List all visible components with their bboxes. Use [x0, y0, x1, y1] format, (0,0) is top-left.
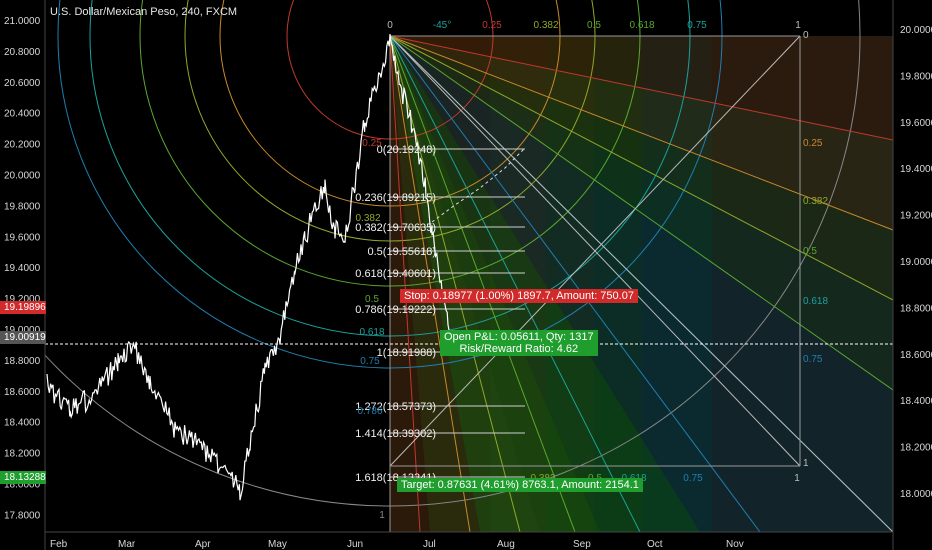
month-tick: Apr [195, 539, 211, 550]
left-axis-tick: 21.0000 [4, 16, 41, 27]
gann-top-label: 0.75 [687, 20, 707, 31]
arc-label: 0.382 [355, 213, 380, 224]
open-pl-box[interactable]: Open P&L: 0.05611, Qty: 1317 Risk/Reward… [440, 330, 598, 356]
right-axis-tick: 19.6000 [900, 118, 932, 129]
arc-label: 1 [379, 510, 385, 521]
gann-top-label: 0.382 [533, 20, 558, 31]
right-axis-tick: 18.0000 [900, 489, 932, 500]
chart-title: U.S. Dollar/Mexican Peso, 240, FXCM [50, 6, 238, 18]
gann-right-label: 0.75 [803, 354, 823, 365]
left-axis-tick: 18.8000 [4, 356, 41, 367]
right-axis-tick: 19.8000 [900, 71, 932, 82]
month-tick: Feb [50, 539, 68, 550]
stop-label[interactable]: Stop: 0.18977 (1.00%) 1897.7, Amount: 75… [400, 289, 638, 303]
left-axis-tick: 19.8000 [4, 201, 41, 212]
gann-top-label: 0 [387, 20, 393, 31]
fib-level-label: 0.5(19.55618) [368, 246, 437, 258]
arc-label: 0.25 [362, 138, 382, 149]
fib-level-label: 0.618(19.40601) [355, 268, 436, 280]
arc-label: 0.75 [360, 356, 380, 367]
gann-right-label: 0 [803, 30, 809, 41]
month-tick: Oct [647, 539, 663, 550]
right-axis-tick: 19.4000 [900, 164, 932, 175]
arc-label: 0.618 [359, 327, 384, 338]
left-axis-tick: 20.6000 [4, 78, 41, 89]
right-price-axis[interactable]: 20.0000 19.8000 19.6000 19.4000 19.2000 19.00… [900, 25, 932, 500]
gann-right-label: 0.5 [803, 246, 817, 257]
price-chart[interactable]: 21.0000 20.8000 20.6000 20.4000 20.2000 20.00… [0, 0, 932, 550]
gann-top-label: 1 [795, 20, 801, 31]
fib-level-label: 1(18.91988) [377, 347, 436, 359]
arc-label: 0.5 [365, 294, 379, 305]
left-price-axis[interactable]: 21.0000 20.8000 20.6000 20.4000 20.2000 20.00… [4, 16, 41, 521]
month-tick: Aug [497, 539, 515, 550]
right-axis-tick: 18.6000 [900, 350, 932, 361]
right-axis-tick: 18.2000 [900, 443, 932, 454]
right-axis-tick: 19.2000 [900, 211, 932, 222]
month-tick: Nov [726, 539, 744, 550]
stop-price-badge: 19.19896 [0, 301, 46, 314]
gann-right-label: 1 [803, 458, 809, 469]
target-price-badge: 18.13288 [0, 471, 46, 484]
open-pl-label: Open P&L: 0.05611, Qty: 1317 [444, 331, 594, 343]
right-axis-tick: 20.0000 [900, 25, 932, 36]
gann-right-label: 0.618 [803, 296, 828, 307]
left-axis-tick: 18.2000 [4, 449, 41, 460]
target-label[interactable]: Target: 0.87631 (4.61%) 8763.1, Amount: … [397, 478, 643, 492]
time-axis[interactable]: Feb Mar Apr May Jun Jul Aug Sep Oct Nov [50, 539, 744, 550]
month-tick: Mar [118, 539, 136, 550]
right-axis-tick: 18.4000 [900, 396, 932, 407]
fib-level-label: 1.414(18.39302) [355, 428, 436, 440]
month-tick: Jun [347, 539, 363, 550]
fib-labels: 0(20.19248)0.236(19.89215)0.382(19.70635… [355, 144, 436, 484]
left-axis-tick: 19.6000 [4, 232, 41, 243]
gann-bottom-label: 1 [794, 473, 800, 484]
gann-top-label: 0.5 [587, 20, 601, 31]
month-tick: May [268, 539, 287, 550]
left-axis-tick: 20.0000 [4, 171, 41, 182]
left-axis-tick: 20.8000 [4, 47, 41, 58]
gann-top-label: 0.25 [482, 20, 502, 31]
month-tick: Jul [423, 539, 436, 550]
chart-window: { "title": "U.S. Dollar/Mexican Peso, 24… [0, 0, 932, 550]
gann-right-label: 0.25 [803, 138, 823, 149]
gann-bottom-label: 0.75 [683, 473, 703, 484]
gann-top-label: 0.618 [629, 20, 654, 31]
gann-top-label: -45° [433, 20, 451, 31]
fib-level-label: 0.786(19.19222) [355, 304, 436, 316]
right-axis-tick: 18.8000 [900, 303, 932, 314]
current-price-badge: 19.00919 [0, 331, 46, 344]
left-axis-tick: 17.8000 [4, 510, 41, 521]
risk-reward-label: Risk/Reward Ratio: 4.62 [459, 343, 579, 355]
left-axis-tick: 20.4000 [4, 109, 41, 120]
left-axis-tick: 18.4000 [4, 418, 41, 429]
left-axis-tick: 20.2000 [4, 140, 41, 151]
fib-level-label: 0(20.19248) [377, 144, 436, 156]
gann-top-labels: 0 -45° 0.25 0.382 0.5 0.618 0.75 1 [387, 20, 801, 31]
month-tick: Sep [573, 539, 591, 550]
arc-label: 0.786 [357, 406, 382, 417]
left-axis-tick: 18.6000 [4, 387, 41, 398]
fib-level-label: 0.236(19.89215) [355, 192, 436, 204]
left-axis-tick: 19.4000 [4, 263, 41, 274]
right-axis-tick: 19.0000 [900, 257, 932, 268]
gann-right-label: 0.382 [803, 196, 828, 207]
